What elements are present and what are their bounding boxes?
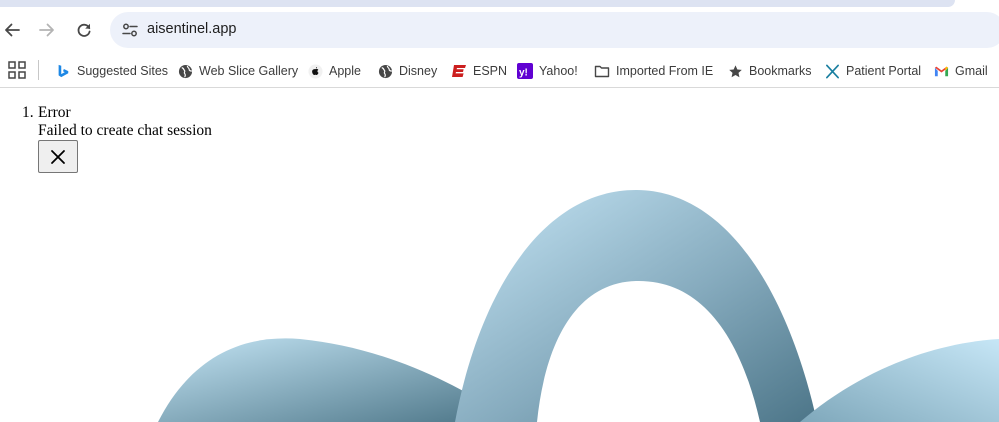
bookmark-label: Web Slice Gallery	[199, 64, 299, 78]
bing-icon	[55, 63, 71, 79]
yahoo-icon: y!	[517, 63, 533, 79]
folder-icon	[594, 63, 610, 79]
bookmark-label: Apple	[329, 64, 361, 78]
bookmark-disney[interactable]: Disney	[377, 59, 437, 83]
bookmark-label: ESPN	[473, 64, 508, 78]
bookmark-bookmarks[interactable]: Bookmarks	[727, 59, 812, 83]
toast-title: Error	[38, 104, 71, 121]
gmail-icon	[933, 63, 949, 79]
globe-icon	[377, 63, 393, 79]
bookmark-espn[interactable]: ESPN	[451, 59, 507, 83]
active-tab-edge[interactable]	[0, 0, 955, 7]
arc-right	[800, 339, 999, 422]
x-logo-icon	[824, 63, 840, 79]
bookmark-label: Yahoo!	[539, 64, 578, 78]
bookmark-gmail[interactable]: Gmail	[933, 59, 988, 83]
tune-icon	[122, 23, 138, 37]
reload-button[interactable]	[70, 16, 98, 44]
page-content: 1. Error Failed to create chat session	[0, 89, 999, 422]
reload-icon	[77, 23, 91, 37]
bookmark-suggested-sites[interactable]: Suggested Sites	[55, 59, 168, 83]
back-button[interactable]	[0, 16, 26, 44]
address-bar[interactable]: aisentinel.app	[110, 12, 999, 48]
globe-icon	[177, 63, 193, 79]
star-icon	[727, 63, 743, 79]
bookmark-patient-portal[interactable]: Patient Portal	[824, 59, 921, 83]
bookmark-label: Patient Portal	[846, 64, 922, 78]
bookmark-yahoo[interactable]: y! Yahoo!	[517, 59, 578, 83]
browser-toolbar: aisentinel.app	[0, 8, 999, 54]
close-icon	[51, 149, 65, 164]
site-info-button[interactable]	[116, 16, 144, 44]
toast-description: Failed to create chat session	[38, 122, 212, 139]
arrow-left-icon	[5, 23, 20, 37]
forward-button[interactable]	[33, 16, 61, 44]
tab-strip	[0, 0, 999, 8]
error-toast: Error Failed to create chat session	[38, 104, 212, 140]
bookmark-label: Bookmarks	[749, 64, 812, 78]
arc-middle	[455, 189, 817, 422]
bookmark-label: Suggested Sites	[77, 64, 169, 78]
bookmark-web-slice-gallery[interactable]: Web Slice Gallery	[177, 59, 298, 83]
apps-grid-icon[interactable]	[8, 61, 26, 79]
bookmark-label: Imported From IE	[616, 64, 714, 78]
bookmarks-separator	[38, 60, 39, 80]
url-text[interactable]: aisentinel.app	[147, 21, 237, 37]
apple-icon	[307, 63, 323, 79]
bookmark-label: Disney	[399, 64, 438, 78]
arrow-right-icon	[39, 23, 54, 37]
list-number: 1.	[22, 104, 34, 121]
toast-close-button[interactable]	[38, 140, 78, 173]
bookmark-label: Gmail	[955, 64, 988, 78]
bookmark-imported-from-ie[interactable]: Imported From IE	[594, 59, 713, 83]
svg-text:y!: y!	[519, 68, 528, 79]
bookmark-apple[interactable]: Apple	[307, 59, 361, 83]
bookmarks-bar: Suggested Sites Web Slice Gallery Apple …	[0, 54, 999, 88]
espn-icon	[451, 63, 467, 79]
